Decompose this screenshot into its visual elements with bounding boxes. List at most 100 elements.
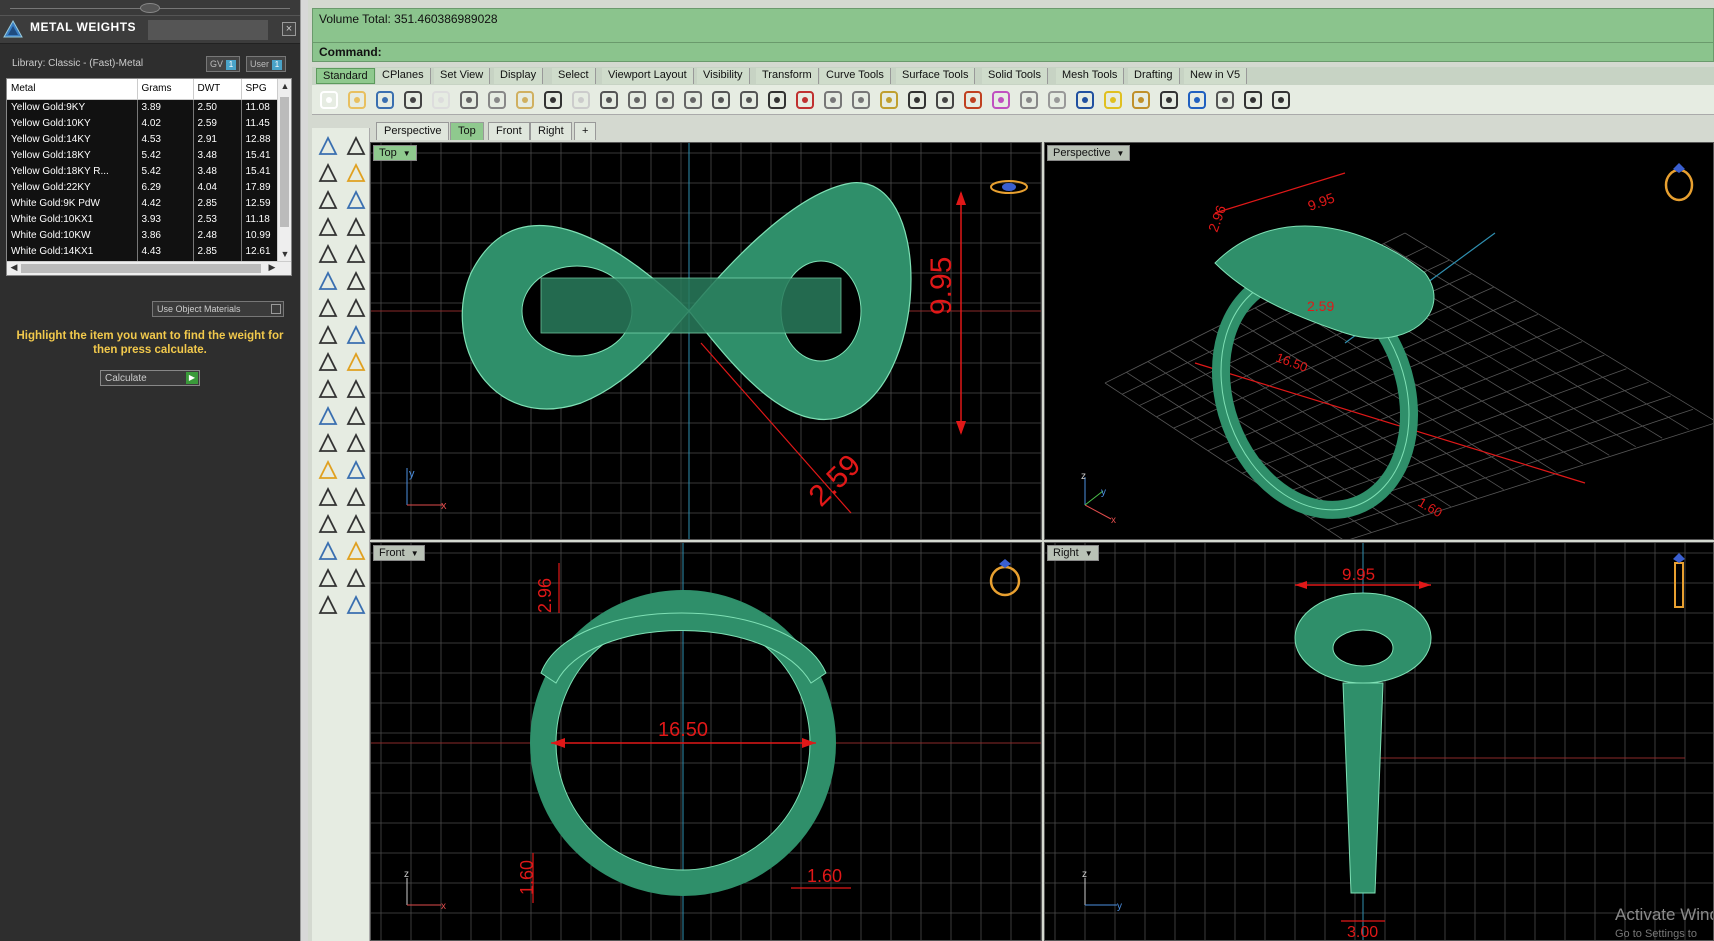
table-row[interactable]: White Gold:10KW 3.86 2.48 10.99 [7, 227, 278, 243]
viewport-right[interactable]: Right ▼ 9.95 3.00 z y Activate Wind Go t… [1044, 542, 1714, 941]
metal-table[interactable]: Metal Grams DWT SPG Yellow Gold:9KY 3.89 2… [6, 78, 292, 276]
table-row[interactable]: White Gold:9K PdW 4.42 2.85 12.59 [7, 195, 278, 211]
vptab-top[interactable]: Top [450, 122, 484, 140]
command-area[interactable]: Volume Total: 351.460386989028 Command: [312, 8, 1714, 62]
help-icon[interactable] [1186, 89, 1208, 111]
transform-icon[interactable] [316, 377, 340, 401]
points-icon[interactable] [878, 89, 900, 111]
use-object-materials-checkbox[interactable]: Use Object Materials [152, 301, 284, 317]
collapse-toggle[interactable] [140, 3, 160, 13]
render-icon[interactable] [1046, 89, 1068, 111]
play-icon[interactable]: ▶ [186, 372, 198, 384]
hscroll-thumb[interactable] [21, 264, 261, 273]
arc-icon[interactable] [316, 215, 340, 239]
table-row[interactable]: Yellow Gold:18KY 5.42 3.48 15.41 [7, 147, 278, 163]
grid-snap-icon[interactable] [1242, 89, 1264, 111]
sphere-icon[interactable] [1018, 89, 1040, 111]
tab-surface-tools[interactable]: Surface Tools [896, 68, 976, 84]
scroll-right-icon[interactable]: ▶ [265, 262, 279, 273]
scroll-up-icon[interactable]: ▲ [278, 81, 291, 95]
align-icon[interactable] [344, 539, 368, 563]
tab-cplanes[interactable]: CPlanes [376, 68, 431, 84]
table-row[interactable]: White Gold:10KX1 3.93 2.53 11.18 [7, 211, 278, 227]
vptab-right[interactable]: Right [530, 122, 572, 140]
zoom-extents-icon[interactable] [682, 89, 704, 111]
globe-icon[interactable] [1074, 89, 1096, 111]
tab-solid-tools[interactable]: Solid Tools [982, 68, 1048, 84]
tab-new-in-v5[interactable]: New in V5 [1184, 68, 1248, 84]
command-prompt[interactable]: Command: [319, 45, 382, 59]
dropdown-arrow-icon[interactable]: ▼ [1116, 149, 1124, 158]
history-icon[interactable] [1214, 89, 1236, 111]
viewport-top[interactable]: Top ▼ 9.95 2.59 y x [370, 142, 1042, 540]
circle-icon[interactable] [316, 188, 340, 212]
mesh-icon[interactable] [344, 323, 368, 347]
table-row[interactable]: Yellow Gold:22KY 6.29 4.04 17.89 [7, 179, 278, 195]
calculate-button[interactable]: Calculate ▶ [100, 370, 200, 386]
dimension-icon[interactable] [1158, 89, 1180, 111]
dim-icon[interactable] [344, 512, 368, 536]
viewport-perspective[interactable]: Perspective ▼ 2.96 9.95 2.59 16.50 1.60 z… [1044, 142, 1714, 540]
tab-set-view[interactable]: Set View [434, 68, 491, 84]
zoom-selected-icon[interactable] [710, 89, 732, 111]
vptab-add[interactable]: + [574, 122, 597, 140]
fillet-icon[interactable] [344, 242, 368, 266]
dropdown-arrow-icon[interactable]: ▼ [1085, 549, 1093, 558]
viewport-right-label[interactable]: Right ▼ [1047, 545, 1099, 561]
grid-icon[interactable] [766, 89, 788, 111]
copy-icon[interactable] [486, 89, 508, 111]
color-wheel-icon[interactable] [990, 89, 1012, 111]
vptab-front[interactable]: Front [488, 122, 530, 140]
panel-grip-bar[interactable] [0, 0, 300, 16]
curve-icon[interactable] [344, 161, 368, 185]
line-icon[interactable] [1270, 89, 1292, 111]
gear-icon[interactable] [1130, 89, 1152, 111]
polyline-icon[interactable] [316, 161, 340, 185]
tab-curve-tools[interactable]: Curve Tools [820, 68, 891, 84]
cylinder-icon[interactable] [316, 323, 340, 347]
table-row[interactable]: Yellow Gold:14KY 4.53 2.91 12.88 [7, 131, 278, 147]
gv-toggle[interactable]: GV 1 [206, 56, 241, 72]
surface-icon[interactable] [316, 269, 340, 293]
extrude-icon[interactable] [344, 269, 368, 293]
move-icon[interactable] [598, 89, 620, 111]
tab-viewport-layout[interactable]: Viewport Layout [602, 68, 694, 84]
paste-icon[interactable] [514, 89, 536, 111]
pan-icon[interactable] [570, 89, 592, 111]
column-header-metal[interactable]: Metal [7, 79, 138, 100]
paint-icon[interactable] [962, 89, 984, 111]
offset-icon[interactable] [316, 404, 340, 428]
rotate-view-icon[interactable] [738, 89, 760, 111]
cut-icon[interactable] [458, 89, 480, 111]
scale-icon[interactable] [344, 458, 368, 482]
tab-visibility[interactable]: Visibility [697, 68, 750, 84]
rectangle-icon[interactable] [344, 215, 368, 239]
solid-edit-icon[interactable] [316, 512, 340, 536]
polygon-icon[interactable] [316, 242, 340, 266]
dropdown-arrow-icon[interactable]: ▼ [403, 149, 411, 158]
zoom-icon[interactable] [626, 89, 648, 111]
join-icon[interactable] [344, 404, 368, 428]
viewport-front[interactable]: Front ▼ 16.50 2.96 1.60 1.60 z x [370, 542, 1042, 941]
group-icon[interactable] [316, 485, 340, 509]
check-icon[interactable] [344, 566, 368, 590]
close-icon[interactable]: × [282, 22, 296, 36]
render-mat-icon[interactable] [316, 593, 340, 617]
tab-display[interactable]: Display [494, 68, 544, 84]
import-icon[interactable] [430, 89, 452, 111]
checkbox-icon[interactable] [271, 304, 281, 314]
table-row[interactable]: Yellow Gold:18KY R... 5.42 3.48 15.41 [7, 163, 278, 179]
measure-icon[interactable] [344, 485, 368, 509]
tab-select[interactable]: Select [552, 68, 596, 84]
dropdown-arrow-icon[interactable]: ▼ [411, 549, 419, 558]
vptab-perspective[interactable]: Perspective [376, 122, 450, 140]
table-row[interactable]: White Gold:14KX1 4.43 2.85 12.61 [7, 243, 278, 259]
new-icon[interactable] [318, 89, 340, 111]
circle-target-icon[interactable] [850, 89, 872, 111]
text-icon[interactable] [316, 458, 340, 482]
array-icon[interactable] [344, 377, 368, 401]
print-icon[interactable] [402, 89, 424, 111]
user-toggle[interactable]: User 1 [246, 56, 287, 72]
table-horizontal-scrollbar[interactable]: ◀ ▶ [7, 261, 291, 275]
select-icon[interactable] [316, 134, 340, 158]
